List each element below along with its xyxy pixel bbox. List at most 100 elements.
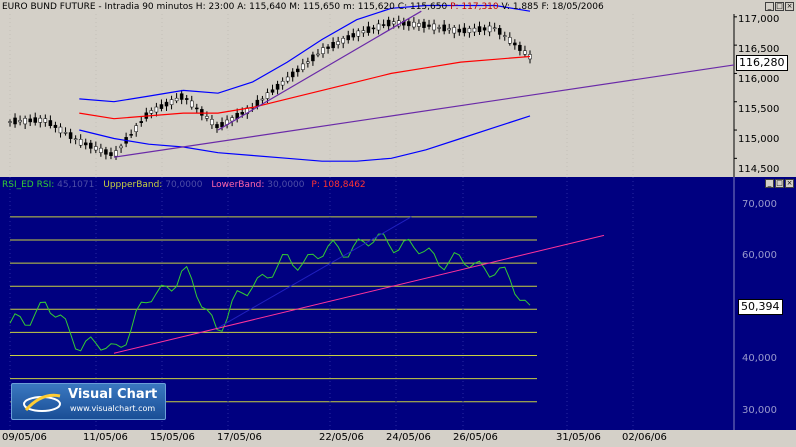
upper-band-value: 70,0000: [165, 180, 203, 190]
date-label: 22/05/06: [319, 432, 364, 443]
logo-url: www.visualchart.com: [70, 404, 156, 413]
upper-band-label: UppperBand:: [103, 180, 163, 190]
candle-body: [200, 109, 204, 116]
candle-body: [341, 38, 345, 44]
candle-body: [13, 117, 17, 125]
candle-body: [492, 27, 497, 30]
minimize-button[interactable]: _: [765, 2, 774, 11]
candle-body: [523, 50, 527, 55]
close-button[interactable]: ×: [785, 179, 794, 188]
candle-body: [371, 27, 376, 30]
logo-swoosh-icon: [23, 393, 61, 412]
candle-body: [270, 89, 275, 93]
candle-body: [326, 46, 330, 49]
candle-body: [23, 118, 27, 125]
rsi-axis-label: 40,000: [742, 353, 777, 364]
candle-body: [109, 152, 113, 156]
open-value: A: 115,640: [237, 2, 287, 12]
candle-body: [336, 41, 340, 45]
candle-body: [280, 80, 285, 86]
candle-body: [99, 147, 103, 153]
rsi-axis-label: 60,000: [742, 250, 777, 261]
candle-body: [351, 33, 356, 38]
close-button[interactable]: ×: [785, 2, 794, 11]
rsi-trend-line: [113, 234, 605, 354]
rsi-name: RSI_ED RSI:: [2, 180, 55, 190]
price-chart-panel[interactable]: EURO BUND FUTURE - Intradia 90 minutos H…: [0, 0, 796, 177]
candle-body: [361, 30, 366, 34]
candle-body: [412, 21, 416, 28]
candle-body: [417, 23, 421, 27]
volume-value: V: 1.885: [501, 2, 539, 12]
candle-body: [386, 19, 391, 27]
price-axis-label: 116,500: [738, 44, 780, 55]
candle-body: [43, 118, 48, 123]
price-header: EURO BUND FUTURE - Intradia 90 minutos H…: [2, 0, 604, 14]
price-axis-label: 115,000: [738, 134, 780, 145]
candle-body: [285, 76, 290, 82]
candle-body: [452, 27, 457, 34]
minimize-button[interactable]: _: [765, 179, 774, 188]
lower-band-value: 30,0000: [267, 180, 305, 190]
candle-body: [53, 124, 58, 128]
candle-body: [28, 118, 32, 123]
date-label: 02/06/06: [622, 432, 667, 443]
high-value: M: 115,650: [289, 2, 341, 12]
candle-body: [174, 97, 179, 102]
date-label: 09/05/06: [2, 432, 47, 443]
rsi-header: RSI_ED RSI: 45,1071 UppperBand: 70,0000 …: [2, 178, 366, 192]
candle-body: [89, 142, 93, 149]
candle-body: [346, 35, 351, 41]
candle-body: [159, 104, 164, 109]
date-label: 26/05/06: [453, 432, 498, 443]
candle-body: [38, 117, 43, 123]
candle-body: [195, 107, 199, 110]
candle-body: [477, 26, 482, 33]
candle-body: [48, 120, 53, 126]
candle-body: [437, 27, 441, 29]
candle-body: [73, 138, 78, 141]
candle-body: [467, 28, 472, 33]
candle-body: [139, 121, 144, 123]
candle-body: [296, 68, 300, 73]
candle-body: [422, 21, 426, 28]
candle-body: [134, 125, 138, 132]
candle-body: [503, 35, 507, 37]
candle-body: [462, 27, 467, 34]
candle-body: [260, 98, 265, 101]
candle-body: [290, 71, 295, 78]
instrument-title: EURO BUND FUTURE - Intradia 90 minutos: [2, 2, 193, 12]
candle-body: [33, 117, 37, 123]
candle-body: [518, 44, 522, 51]
rsi-window-buttons: _ □ ×: [765, 179, 794, 188]
date-label: 24/05/06: [386, 432, 431, 443]
maximize-button[interactable]: □: [775, 179, 784, 188]
candle-body: [18, 120, 22, 123]
candle-body: [457, 28, 462, 33]
price-chart-plot[interactable]: [0, 0, 796, 177]
candle-body: [381, 24, 386, 26]
candle-body: [316, 53, 320, 56]
candle-body: [78, 139, 83, 146]
maximize-button[interactable]: □: [775, 2, 784, 11]
low-value: m: 115,620: [343, 2, 395, 12]
lower-band-label: LowerBand:: [211, 180, 265, 190]
rsi-trend-line: [217, 216, 412, 329]
date-label: 31/05/06: [556, 432, 601, 443]
logo-title: Visual Chart: [68, 387, 158, 402]
candle-body: [149, 110, 154, 114]
candle-body: [68, 132, 73, 139]
price-axis-label: 114,500: [738, 164, 780, 175]
candle-body: [255, 99, 260, 107]
candle-body: [432, 23, 436, 31]
candle-body: [447, 28, 451, 31]
candle-body: [164, 101, 169, 107]
candle-body: [427, 24, 431, 27]
price-axis-label: 116,000: [738, 74, 780, 85]
candle-body: [215, 124, 219, 129]
candle-body: [189, 100, 194, 108]
candle-body: [220, 122, 224, 128]
candle-body: [331, 41, 335, 49]
date-label: 11/05/06: [83, 432, 128, 443]
last-rsi-badge: 50,394: [738, 299, 783, 315]
